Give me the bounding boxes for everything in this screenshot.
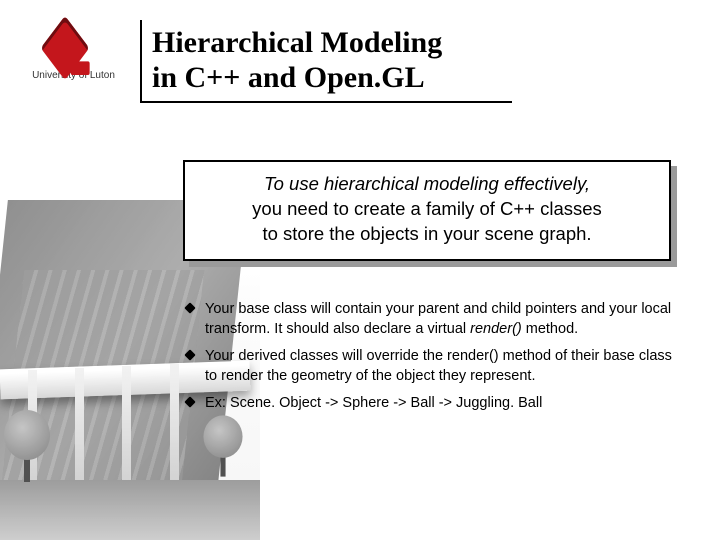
title-line-1: Hierarchical Modeling	[152, 26, 442, 59]
list-item: Your derived classes will override the r…	[183, 347, 678, 386]
university-logo: University of Luton	[16, 28, 131, 81]
bullet-text: Your derived classes will override the r…	[205, 348, 672, 384]
bullet-text-post: method.	[522, 321, 578, 337]
bullet-em: render()	[470, 321, 522, 337]
title-line-2: in C++ and Open.GL	[152, 61, 425, 94]
callout-box: To use hierarchical modeling effectively…	[183, 160, 671, 261]
callout-line-3: to store the objects in your scene graph…	[262, 223, 591, 244]
logo-mark	[39, 28, 109, 68]
list-item: Ex: Scene. Object -> Sphere -> Ball -> J…	[183, 394, 678, 414]
slide-title-block: Hierarchical Modeling in C++ and Open.GL	[140, 20, 512, 103]
bullet-text: Your base class will contain your parent…	[205, 301, 671, 337]
bullet-list: Your base class will contain your parent…	[183, 300, 678, 422]
callout-line-2: you need to create a family of C++ class…	[252, 198, 602, 219]
list-item: Your base class will contain your parent…	[183, 300, 678, 339]
slide-title: Hierarchical Modeling in C++ and Open.GL	[152, 26, 512, 95]
callout-line-1: To use hierarchical modeling effectively…	[264, 173, 590, 194]
bullet-text: Ex: Scene. Object -> Sphere -> Ball -> J…	[205, 395, 542, 411]
